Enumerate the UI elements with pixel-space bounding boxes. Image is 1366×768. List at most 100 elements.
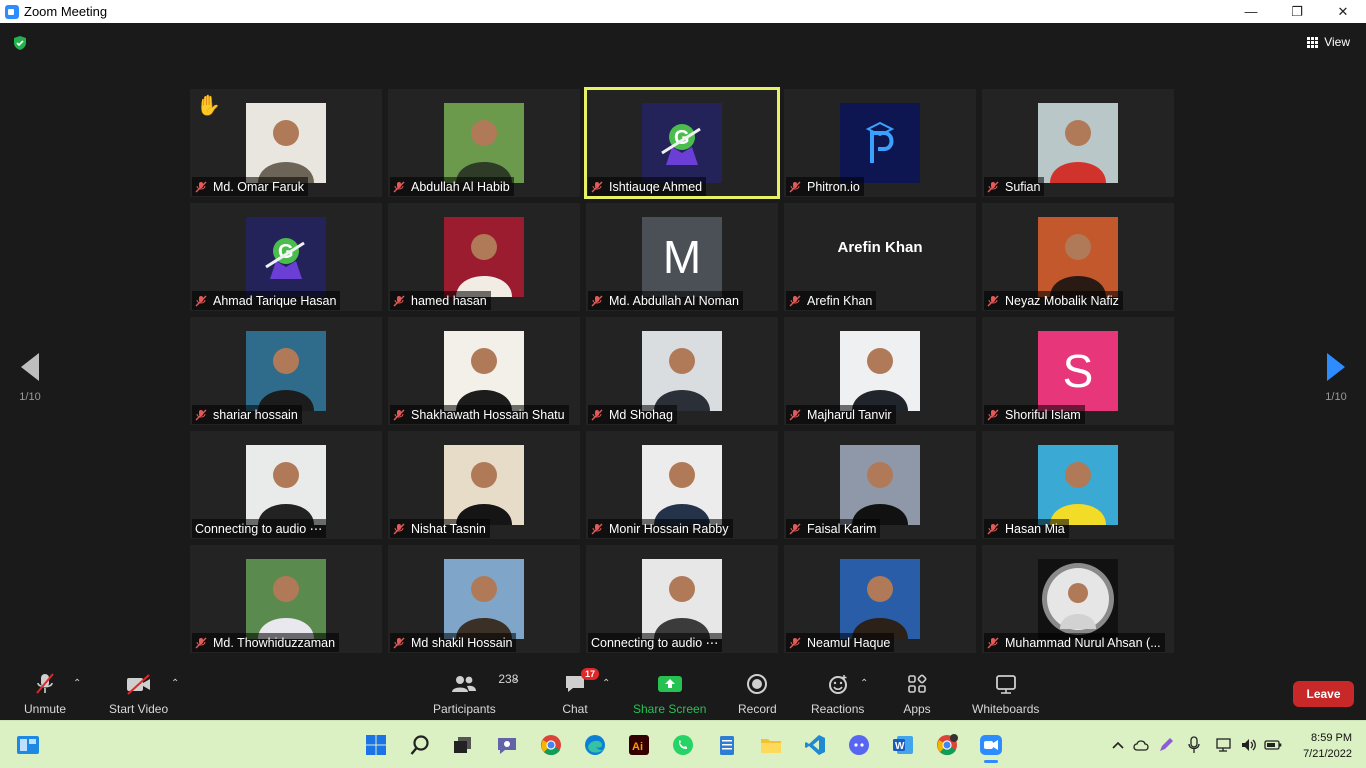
- avatar-initial: S: [1038, 331, 1118, 411]
- participant-tile[interactable]: Hasan Mia: [982, 431, 1174, 539]
- participant-name: Connecting to audio ⋯: [195, 522, 323, 536]
- avatar: [840, 445, 920, 525]
- record-button[interactable]: Record: [738, 672, 777, 716]
- participant-tile[interactable]: Arefin Khan Arefin Khan: [784, 203, 976, 311]
- participant-name: shariar hossain: [213, 407, 298, 422]
- video-options-caret-icon[interactable]: ⌃: [171, 678, 179, 689]
- discord-icon[interactable]: [847, 733, 871, 757]
- chrome-profile-icon[interactable]: [935, 733, 959, 757]
- reactions-options-caret-icon[interactable]: ⌃: [860, 678, 868, 689]
- participant-tile[interactable]: Neamul Haque: [784, 545, 976, 653]
- participant-tile[interactable]: Connecting to audio ⋯: [190, 431, 382, 539]
- participant-name: Majharul Tanvir: [807, 407, 892, 422]
- participant-name-label: hamed hasan: [390, 291, 491, 310]
- participant-name: Faisal Karim: [807, 521, 877, 536]
- avatar: [840, 559, 920, 639]
- pen-icon[interactable]: [1157, 736, 1175, 754]
- onedrive-cloud-icon[interactable]: [1133, 736, 1151, 754]
- start-video-button[interactable]: Start Video: [109, 672, 168, 716]
- avatar: [444, 103, 524, 183]
- view-button[interactable]: View: [1307, 35, 1350, 49]
- participant-tile[interactable]: Monir Hossain Rabby: [586, 431, 778, 539]
- participant-tile[interactable]: Connecting to audio ⋯: [586, 545, 778, 653]
- network-icon[interactable]: [1216, 736, 1234, 754]
- participant-tile[interactable]: Sufian: [982, 89, 1174, 197]
- microphone-muted-icon: [789, 295, 801, 307]
- reactions-button[interactable]: Reactions: [811, 672, 864, 716]
- participant-tile[interactable]: Majharul Tanvir: [784, 317, 976, 425]
- share-screen-icon: [656, 672, 684, 696]
- participant-tile[interactable]: Muhammad Nurul Ahsan (...: [982, 545, 1174, 653]
- next-page-button[interactable]: 1/10: [1316, 353, 1356, 403]
- participant-tile[interactable]: Faisal Karim: [784, 431, 976, 539]
- unmute-button[interactable]: Unmute: [24, 672, 66, 716]
- minimize-button[interactable]: —: [1228, 0, 1274, 23]
- volume-icon[interactable]: [1240, 736, 1258, 754]
- security-shield-icon[interactable]: [12, 35, 28, 51]
- participant-name: Ahmad Tarique Hasan: [213, 293, 337, 308]
- microphone-tray-icon[interactable]: [1185, 736, 1203, 754]
- chrome-icon[interactable]: [539, 733, 563, 757]
- audio-options-caret-icon[interactable]: ⌃: [73, 678, 81, 689]
- file-explorer-icon[interactable]: [759, 733, 783, 757]
- participant-tile[interactable]: Md. Thowhiduzzaman: [190, 545, 382, 653]
- avatar: [246, 445, 326, 525]
- participant-name-label: Ishtiauqe Ahmed: [588, 177, 707, 196]
- windows-start-icon[interactable]: [364, 733, 388, 757]
- zoom-taskbar-icon[interactable]: [979, 733, 1003, 763]
- previous-page-button[interactable]: 1/10: [10, 353, 50, 403]
- participant-display-name: Arefin Khan: [837, 239, 923, 256]
- participant-name-label: Ahmad Tarique Hasan: [192, 291, 341, 310]
- maximize-button[interactable]: ❐: [1274, 0, 1320, 23]
- participant-name: Sufian: [1005, 179, 1041, 194]
- participant-tile[interactable]: Md shakil Hossain: [388, 545, 580, 653]
- participant-name-label: Connecting to audio ⋯: [588, 633, 723, 652]
- participants-options-caret-icon[interactable]: ⌃: [512, 678, 520, 689]
- microphone-muted-icon: [789, 637, 801, 649]
- participants-button[interactable]: 238 Participants: [433, 672, 518, 716]
- vscode-icon[interactable]: [803, 733, 827, 757]
- word-icon[interactable]: W: [891, 733, 915, 757]
- close-button[interactable]: ✕: [1320, 0, 1366, 23]
- apps-button[interactable]: Apps: [903, 672, 931, 716]
- participant-name: Hasan Mia: [1005, 521, 1065, 536]
- participant-tile[interactable]: Abdullah Al Habib: [388, 89, 580, 197]
- show-hidden-icons-chevron-icon[interactable]: [1109, 736, 1127, 754]
- participant-tile[interactable]: M Md. Abdullah Al Noman: [586, 203, 778, 311]
- participant-tile[interactable]: shariar hossain: [190, 317, 382, 425]
- participant-tile[interactable]: G Ishtiauqe Ahmed: [584, 87, 780, 199]
- participant-tile[interactable]: Neyaz Mobalik Nafiz: [982, 203, 1174, 311]
- chat-button[interactable]: 17 Chat: [561, 668, 599, 716]
- participant-name-label: Shakhawath Hossain Shatu: [390, 405, 569, 424]
- system-clock[interactable]: 8:59 PM 7/21/2022: [1303, 730, 1352, 762]
- page-indicator-left: 1/10: [19, 391, 41, 403]
- task-view-icon[interactable]: [451, 733, 475, 757]
- participant-tile[interactable]: Nishat Tasnin: [388, 431, 580, 539]
- participant-tile[interactable]: ✋ Md. Omar Faruk: [190, 89, 382, 197]
- battery-icon[interactable]: [1264, 736, 1282, 754]
- participant-tile[interactable]: Phitron.io: [784, 89, 976, 197]
- share-screen-button[interactable]: Share Screen: [633, 672, 706, 716]
- participant-tile[interactable]: Md Shohag: [586, 317, 778, 425]
- microphone-muted-icon: [195, 295, 207, 307]
- clock-time: 8:59 PM: [1311, 732, 1352, 744]
- participant-tile[interactable]: S Shoriful Islam: [982, 317, 1174, 425]
- apps-icon: [903, 672, 931, 696]
- microphone-muted-icon: [393, 181, 405, 193]
- whatsapp-icon[interactable]: [671, 733, 695, 757]
- edge-icon[interactable]: [583, 733, 607, 757]
- unmute-label: Unmute: [24, 702, 67, 716]
- illustrator-icon[interactable]: Ai: [627, 733, 651, 757]
- share-screen-label: Share Screen: [633, 702, 707, 716]
- notepad-icon[interactable]: [715, 733, 739, 757]
- participant-tile[interactable]: Shakhawath Hossain Shatu: [388, 317, 580, 425]
- search-icon[interactable]: [408, 733, 432, 757]
- widgets-icon[interactable]: [16, 733, 40, 757]
- leave-button[interactable]: Leave: [1293, 681, 1354, 707]
- active-app-indicator: [984, 760, 998, 763]
- whiteboards-button[interactable]: Whiteboards: [972, 672, 1039, 716]
- participant-tile[interactable]: hamed hasan: [388, 203, 580, 311]
- teams-chat-icon[interactable]: [495, 733, 519, 757]
- participant-tile[interactable]: G Ahmad Tarique Hasan: [190, 203, 382, 311]
- chat-options-caret-icon[interactable]: ⌃: [602, 678, 610, 689]
